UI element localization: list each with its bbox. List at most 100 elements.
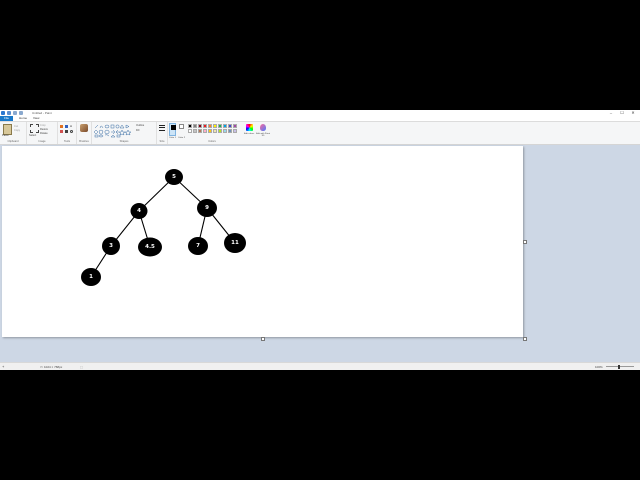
rotate-button[interactable]: Rotate [40,132,48,135]
paint3d-icon[interactable] [260,124,266,131]
zoom-slider-thumb[interactable] [618,364,620,369]
tree-node-label: 9 [205,205,209,211]
image-group-label: Image [38,140,46,143]
fill-icon[interactable] [65,125,68,128]
tree-node-label: 4.5 [145,244,155,250]
palette-color-6[interactable] [218,124,222,128]
palette-color-19[interactable] [233,129,237,133]
tree-node-n7: 7 [188,237,208,255]
status-bar: + ▭ 1024 × 768px ⬚ 100% [0,362,640,370]
palette-color-1[interactable] [193,124,197,128]
tab-view[interactable]: View [30,116,42,121]
tree-node-label: 4 [137,208,141,214]
palette-color-2[interactable] [198,124,202,128]
eraser-icon[interactable] [60,130,63,133]
tools-group: A Tools [58,122,77,144]
paint-window: Untitled - Paint – ☐ ✕ File Home View Pa… [0,110,640,370]
canvas-resize-handle-right[interactable] [523,240,527,244]
size-group-label: Size [159,140,165,143]
undo-icon[interactable] [13,111,17,115]
shapes-gallery[interactable] [94,124,134,138]
shapes-group: Outline Fill Shapes [92,122,157,144]
drawing-canvas[interactable]: 5 4 9 3 4.5 7 11 1 [2,146,523,337]
palette-color-11[interactable] [193,129,197,133]
resize-button[interactable]: Resize [40,128,48,131]
color2-swatch [179,124,184,129]
edit-colors-label: Edit colors [244,133,255,135]
image-group: Select Crop Resize Rotate Image [27,122,58,144]
edit-colors-icon[interactable] [246,124,253,131]
palette-color-15[interactable] [213,129,217,133]
shapes-group-label: Shapes [119,140,129,143]
canvas-size: 1024 × 768px [44,365,63,369]
tab-home[interactable]: Home [16,116,30,121]
palette-color-14[interactable] [208,129,212,133]
palette-color-3[interactable] [203,124,207,128]
palette-color-10[interactable] [188,129,192,133]
color1-label: Color 1 [169,137,177,139]
palette-color-7[interactable] [223,124,227,128]
outline-button[interactable]: Outline [136,124,144,127]
brushes-icon[interactable] [80,124,88,132]
palette-color-5[interactable] [213,124,217,128]
tree-node-label: 3 [109,243,113,249]
tree-drawing: 54 93 4.5 7 111 [81,169,246,286]
cut-button[interactable]: Cut [14,125,18,128]
text-icon[interactable]: A [70,125,73,128]
palette-color-9[interactable] [233,124,237,128]
palette-color-13[interactable] [203,129,207,133]
brushes-group-label: Brushes [79,140,89,143]
tree-node-label: 5 [172,174,176,180]
tree-node-n45: 4.5 [138,237,162,257]
clipboard-group-label: Clipboard [7,140,19,143]
canvas-resize-handle-bottom[interactable] [261,337,265,341]
palette-color-12[interactable] [198,129,202,133]
magnifier-icon[interactable] [70,130,73,133]
color2-selector[interactable] [178,123,185,136]
palette-color-8[interactable] [228,124,232,128]
fill-button[interactable]: Fill [136,129,139,132]
color1-swatch [171,125,176,130]
paste-label: Paste [2,134,9,137]
tree-node-n1: 1 [81,268,101,286]
tree-node-label: 7 [196,243,200,249]
tree-node-n3: 3 [102,237,120,255]
palette-color-4[interactable] [208,124,212,128]
palette-color-0[interactable] [188,124,192,128]
tab-file[interactable]: File [0,116,13,121]
zoom-level: 100% [595,365,603,369]
size-button[interactable] [157,122,167,136]
tree-node-n4: 4 [130,203,148,219]
color-palette [188,124,244,134]
selection-size-icon: ⬚ [80,365,83,369]
pencil-icon[interactable] [60,125,63,128]
size-group: Size [157,122,168,144]
select-label: Select [29,134,37,137]
crop-button[interactable]: Crop [40,124,46,127]
palette-color-17[interactable] [223,129,227,133]
clipboard-group: Paste Cut Copy Clipboard [0,122,27,144]
paint3d-group: Edit with Paint 3D [256,122,270,144]
canvas-resize-handle-corner[interactable] [523,337,527,341]
color-picker-icon[interactable] [65,130,68,133]
save-icon[interactable] [7,111,11,115]
paint-app-icon [1,111,5,115]
tree-node-n9: 9 [197,199,217,217]
zoom-slider[interactable] [606,364,634,369]
colors-group: Color 1 Color 2 Edit colors Colors [168,122,256,144]
select-icon[interactable] [30,124,39,133]
paint3d-label: Edit with Paint 3D [256,133,270,137]
tree-node-n11: 11 [224,233,246,253]
color2-label: Color 2 [178,137,186,139]
ribbon: Paste Cut Copy Clipboard Select Crop Res… [0,122,640,145]
color1-selector[interactable] [169,123,176,136]
redo-icon[interactable] [19,111,23,115]
tree-node-label: 1 [89,274,93,280]
copy-button[interactable]: Copy [14,129,20,132]
brushes-group: Brushes [77,122,92,144]
palette-color-18[interactable] [228,129,232,133]
tree-node-label: 11 [231,240,239,246]
palette-color-16[interactable] [218,129,222,133]
colors-group-label: Colors [208,140,216,143]
canvas-size-icon: ▭ [40,365,43,369]
